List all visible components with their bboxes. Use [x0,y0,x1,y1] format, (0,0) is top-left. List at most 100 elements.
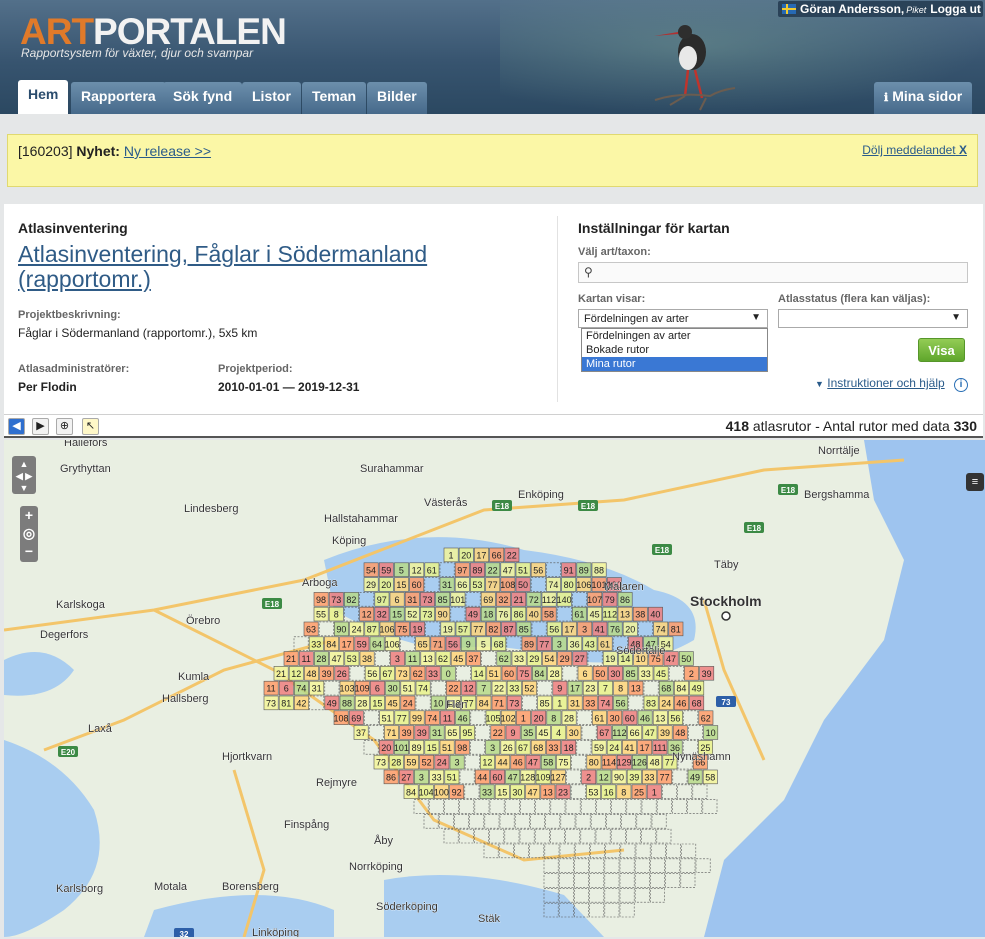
atlas-status-label: Atlasstatus (flera kan väljas): [778,293,931,305]
grid-cell-count: 71 [386,728,396,738]
tab-hem[interactable]: Hem [18,80,69,114]
tab-listor[interactable]: Listor [242,82,301,114]
grid-cell-count: 15 [372,699,382,709]
atlas-status-select[interactable]: ▼ [778,309,968,328]
grid-cell-count: 0 [446,669,451,679]
grid-cell-count: 18 [483,610,493,620]
grid-cell-count: 77 [539,639,549,649]
grid-cell-count: 73 [331,595,341,605]
grid-cell-count: 33 [514,654,524,664]
grid-cell-count: 49 [690,773,700,783]
release-link[interactable]: Ny release >> [124,143,211,159]
grid-cell-count: 46 [513,758,523,768]
description-label: Projektbeskrivning: [18,309,121,321]
grid-cell-count: 9 [557,684,562,694]
grid-cell-count: 23 [558,787,568,797]
grid-cell-count: 31 [570,699,580,709]
tab-bilder[interactable]: Bilder [367,82,427,114]
help-label: Instruktioner och hjälp [827,376,945,390]
grid-cell-count: 17 [640,743,650,753]
option-mina-rutor[interactable]: Mina rutor [582,357,767,371]
grid-cell-count: 112 [603,610,617,620]
grid-cell-count: 84 [479,699,489,709]
grid-cell-count: 32 [498,595,508,605]
grid-cell-count: 52 [422,758,432,768]
zoom-icon[interactable]: ⊕ [56,418,73,435]
grid-cell-count: 103 [339,684,354,694]
grid-cell-count: 53 [347,654,357,664]
tab-rapportera[interactable]: Rapportera [71,82,166,114]
back-icon[interactable]: ◀ [8,418,25,435]
grid-cell-count: 67 [599,728,609,738]
grid-cell-count: 2 [689,669,694,679]
grid-cell-count: 3 [490,743,495,753]
bird-header-image [654,25,736,111]
map-canvas[interactable]: 1 20 17 66 2254 59 5 12 61 97 89 22 47 51 56 91 89 8829 20… [4,440,985,937]
grid-cell-count: 17 [564,625,574,635]
grid-cell-count: 28 [357,699,367,709]
user-name[interactable]: Göran Andersson, [800,2,904,16]
grid-cell-count: 1 [448,551,453,561]
grid-cell-count: 11 [266,684,275,694]
grid-cell-count: 71 [494,699,504,709]
place-label: Karlsborg [56,883,103,895]
option-bokade-rutor[interactable]: Bokade rutor [582,343,767,357]
visa-button[interactable]: Visa [918,338,965,362]
taxon-search-input[interactable]: ⚲ [578,262,968,283]
pointer-icon[interactable]: ↖ [82,418,99,435]
grid-cell-count: 47 [645,728,655,738]
place-label: Norrköping [349,861,403,873]
place-label: Köping [332,535,366,547]
map-shows-label: Kartan visar: [578,293,646,305]
grid-cell-count: 32 [377,610,387,620]
tab-mina-sidor[interactable]: ℹ Mina sidor [874,82,973,114]
grid-cell-count: 29 [529,654,539,664]
grid-cell-count: 13 [620,610,630,620]
grid-cell-count: 41 [595,625,605,635]
logout-link[interactable]: Logga ut [930,2,981,16]
pan-control[interactable]: ▲ ◀ ▶ ▼ [12,456,36,494]
grid-cell-count: 61 [574,610,584,620]
layers-icon[interactable]: ≡ [966,473,984,491]
place-label: Enköping [518,489,564,501]
grid-cell-count: 9 [510,728,515,738]
tab-teman[interactable]: Teman [302,82,367,114]
grid-cell-count: 129 [617,758,632,768]
grid-cell-count: 39 [322,669,332,679]
site-header: ARTPORTALEN Rapportsystem för växter, dj… [0,0,985,114]
place-label: Borensberg [222,881,279,893]
grid-cell-count: 45 [590,610,600,620]
grid-cell-count: 3 [395,654,400,664]
zoom-control[interactable]: + ◎ − [20,506,38,562]
grid-cell-count: 40 [650,610,660,620]
grid-cell-count: 6 [375,684,380,694]
grid-cell-count: 47 [528,758,538,768]
option-fordelning[interactable]: Fördelningen av arter [582,329,767,343]
grid-cell-count: 17 [570,684,580,694]
grid-cell-count: 106 [385,639,400,649]
grid-cell-count: 89 [579,565,589,575]
grid-cell-count: 68 [494,639,504,649]
tab-sok-fynd[interactable]: Sök fynd [163,82,243,114]
help-link[interactable]: ▼ Instruktioner och hjälp i [815,376,969,392]
grid-cell-count: 56 [670,713,680,723]
grid-cell-count: 18 [564,743,574,753]
place-label: Degerfors [40,629,89,641]
grid-cell-count: 17 [342,639,352,649]
grid-cell-count: 56 [533,565,543,575]
grid-cell-count: 19 [412,625,422,635]
grid-cell-count: 23 [585,684,595,694]
grid-cell-count: 54 [366,565,376,575]
grid-cell-count: 56 [448,639,458,649]
grid-cell-count: 20 [534,713,544,723]
grid-cell-count: 48 [675,728,685,738]
grid-cell-count: 74 [656,625,666,635]
atlas-map[interactable]: 1 20 17 66 22 54 59 5 12 61 97 89 22 47 51 56 91 89 88 29 20… [4,440,985,937]
hide-notice-link[interactable]: Dölj meddelandet X [862,143,967,157]
grid-cell-count: 7 [603,684,608,694]
map-shows-select[interactable]: Fördelningen av arter ▼ [578,309,768,328]
place-label: Stäk [478,913,501,925]
grid-cell-count: 80 [589,758,599,768]
forward-icon[interactable]: ▶ [32,418,49,435]
project-title-link[interactable]: Atlasinventering, Fåglar i Södermanland … [18,242,488,292]
